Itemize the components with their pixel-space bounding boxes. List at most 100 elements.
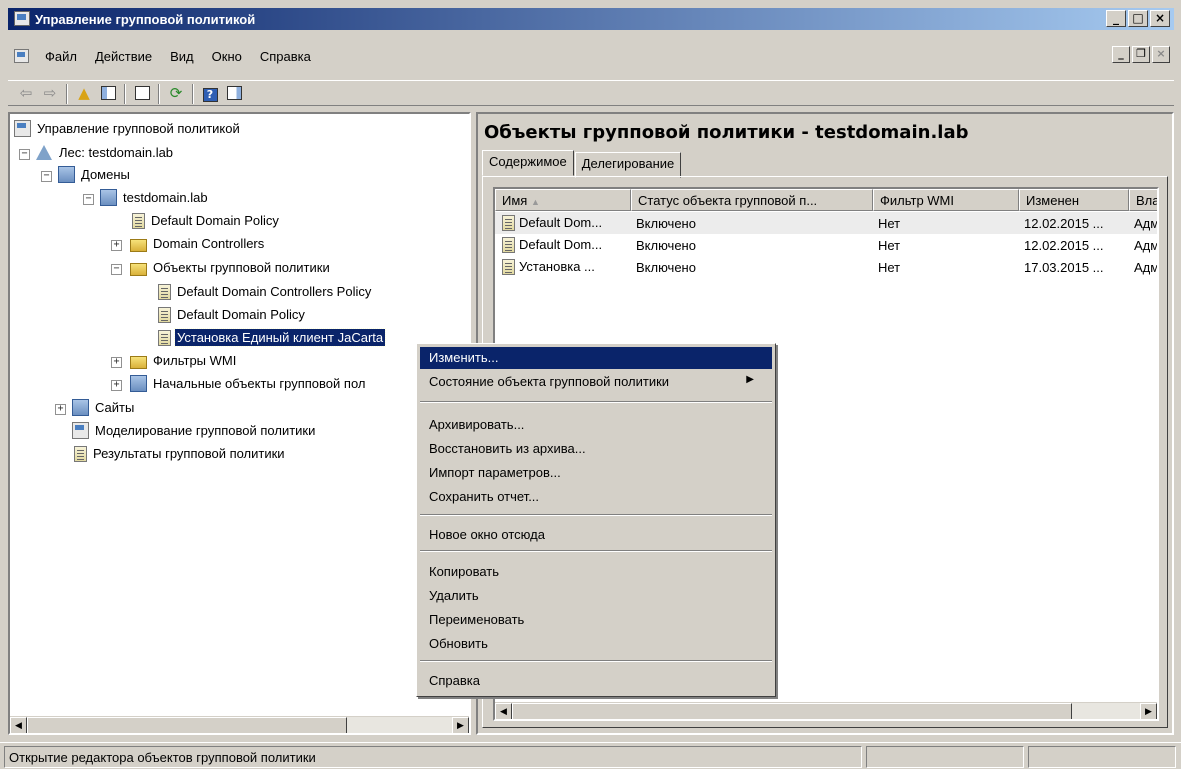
ou-folder-icon <box>130 238 147 252</box>
toolbar-separator <box>192 84 194 104</box>
collapse-domains-toggle[interactable]: − <box>41 171 52 182</box>
sites-icon <box>72 399 89 416</box>
console-icon[interactable] <box>14 49 29 63</box>
forest-icon <box>36 145 52 160</box>
scrollbar-thumb[interactable] <box>512 703 1072 719</box>
toolbar-separator <box>124 84 126 104</box>
results-icon <box>74 445 87 462</box>
gpo-link-icon <box>132 212 145 229</box>
expand-wmi-filters-toggle[interactable]: + <box>111 357 122 368</box>
menu-item-refresh[interactable]: Обновить <box>420 633 772 655</box>
menu-item-backup[interactable]: Архивировать... <box>420 414 772 436</box>
toolbar: ⇦ ⇨ ▲ ⟳ ? <box>8 80 1174 106</box>
wmi-folder-icon <box>130 355 147 369</box>
column-header-owner[interactable]: Вла <box>1129 189 1157 211</box>
refresh-icon[interactable]: ⟳ <box>166 84 186 103</box>
tree-item-sites[interactable]: Сайты <box>72 397 136 418</box>
menu-item-gpo-status[interactable]: Состояние объекта групповой политики ▶ <box>420 371 772 393</box>
menu-item-copy[interactable]: Копировать <box>420 561 772 583</box>
tab-delegation[interactable]: Делегирование <box>574 152 682 178</box>
tree-item-gpmc-root[interactable]: Управление групповой политикой <box>14 118 242 139</box>
column-header-wmi-filter[interactable]: Фильтр WMI <box>873 189 1019 211</box>
scroll-right-icon[interactable]: ▶ <box>1140 703 1157 719</box>
menu-view[interactable]: Вид <box>161 49 203 64</box>
table-row[interactable]: Default Dom... Включено Нет 12.02.2015 .… <box>495 212 1157 234</box>
tree-horizontal-scrollbar[interactable]: ◀ ▶ <box>10 716 469 733</box>
child-minimize-button[interactable]: _ <box>1112 46 1130 63</box>
domain-icon <box>100 189 117 206</box>
menu-item-import[interactable]: Импорт параметров... <box>420 462 772 484</box>
gpo-folder-icon <box>130 262 147 276</box>
menu-separator <box>420 401 772 403</box>
menu-action[interactable]: Действие <box>86 49 161 64</box>
back-arrow-icon[interactable]: ⇦ <box>16 84 36 103</box>
up-folder-icon[interactable]: ▲ <box>74 84 94 103</box>
console-tree-pane: Управление групповой политикой − Лес: te… <box>8 112 471 735</box>
menu-window[interactable]: Окно <box>203 49 251 64</box>
child-window-buttons: _ ❐ × <box>1112 46 1170 63</box>
minimize-button[interactable]: _ <box>1106 10 1126 27</box>
tree-item-domain-controllers[interactable]: Domain Controllers <box>130 233 266 254</box>
menu-item-help[interactable]: Справка <box>420 670 772 692</box>
table-row[interactable]: Default Dom... Включено Нет 12.02.2015 .… <box>495 234 1157 256</box>
scroll-left-icon[interactable]: ◀ <box>495 703 512 719</box>
scroll-right-icon[interactable]: ▶ <box>452 717 469 733</box>
tab-contents[interactable]: Содержимое <box>482 150 574 176</box>
tree-item-results[interactable]: Результаты групповой политики <box>72 443 287 464</box>
gpmc-app-icon <box>14 11 30 26</box>
modeling-icon <box>72 422 89 439</box>
tree-item-forest[interactable]: Лес: testdomain.lab <box>36 142 175 163</box>
domains-icon <box>58 166 75 183</box>
child-restore-button[interactable]: ❐ <box>1132 46 1150 63</box>
tree-item-gpo-folder[interactable]: Объекты групповой политики <box>130 257 332 278</box>
forward-arrow-icon[interactable]: ⇨ <box>40 84 60 103</box>
tree-item-starter-gpos[interactable]: Начальные объекты групповой пол <box>130 373 367 394</box>
status-text: Открытие редактора объектов групповой по… <box>4 746 862 768</box>
expand-sites-toggle[interactable]: + <box>55 404 66 415</box>
menu-file[interactable]: Файл <box>36 49 86 64</box>
tree-item-gpo-domain-policy[interactable]: Default Domain Policy <box>156 304 307 325</box>
menu-bar: Файл Действие Вид Окно Справка _ ❐ × <box>8 44 1174 68</box>
expand-starter-gpos-toggle[interactable]: + <box>111 380 122 391</box>
maximize-button[interactable]: □ <box>1128 10 1148 27</box>
gpo-icon <box>158 283 171 300</box>
submenu-arrow-icon: ▶ <box>746 374 754 385</box>
menu-item-save-report[interactable]: Сохранить отчет... <box>420 486 772 508</box>
close-button[interactable]: × <box>1150 10 1170 27</box>
menu-item-edit[interactable]: Изменить... <box>420 347 772 369</box>
tree-item-default-domain-policy-link[interactable]: Default Domain Policy <box>130 210 281 231</box>
tree-item-gpo-dc-policy[interactable]: Default Domain Controllers Policy <box>156 281 373 302</box>
menu-item-delete[interactable]: Удалить <box>420 585 772 607</box>
status-panel-3 <box>1028 746 1176 768</box>
list-horizontal-scrollbar[interactable]: ◀ ▶ <box>495 702 1157 719</box>
gpo-icon <box>502 259 515 276</box>
toolbar-separator <box>158 84 160 104</box>
status-panel-2 <box>866 746 1024 768</box>
menu-help[interactable]: Справка <box>251 49 320 64</box>
tree-item-domains[interactable]: Домены <box>58 164 132 185</box>
menu-item-rename[interactable]: Переименовать <box>420 609 772 631</box>
details-tabs: Содержимое Делегирование <box>482 150 682 178</box>
show-hide-tree-icon[interactable] <box>98 84 118 103</box>
tree-item-gpo-jacarta[interactable]: Установка Единый клиент JaCarta <box>156 327 387 348</box>
tree-item-testdomain[interactable]: testdomain.lab <box>100 187 210 208</box>
expand-domain-controllers-toggle[interactable]: + <box>111 240 122 251</box>
tree-item-wmi-filters[interactable]: Фильтры WMI <box>130 350 238 371</box>
scroll-left-icon[interactable]: ◀ <box>10 717 27 733</box>
tree-item-modeling[interactable]: Моделирование групповой политики <box>72 420 317 441</box>
properties-icon[interactable] <box>132 84 152 103</box>
action-pane-icon[interactable] <box>224 84 244 103</box>
column-header-status[interactable]: Статус объекта групповой п... <box>631 189 873 211</box>
child-close-button[interactable]: × <box>1152 46 1170 63</box>
toolbar-separator <box>66 84 68 104</box>
table-row[interactable]: Установка ... Включено Нет 17.03.2015 ..… <box>495 256 1157 278</box>
column-header-name[interactable]: Имя ▲ <box>495 189 631 211</box>
scrollbar-thumb[interactable] <box>27 717 347 733</box>
column-header-modified[interactable]: Изменен <box>1019 189 1129 211</box>
collapse-forest-toggle[interactable]: − <box>19 149 30 160</box>
menu-item-new-window[interactable]: Новое окно отсюда <box>420 524 772 546</box>
collapse-domain-toggle[interactable]: − <box>83 194 94 205</box>
menu-item-restore[interactable]: Восстановить из архива... <box>420 438 772 460</box>
help-icon[interactable]: ? <box>200 84 220 103</box>
collapse-gpo-folder-toggle[interactable]: − <box>111 264 122 275</box>
